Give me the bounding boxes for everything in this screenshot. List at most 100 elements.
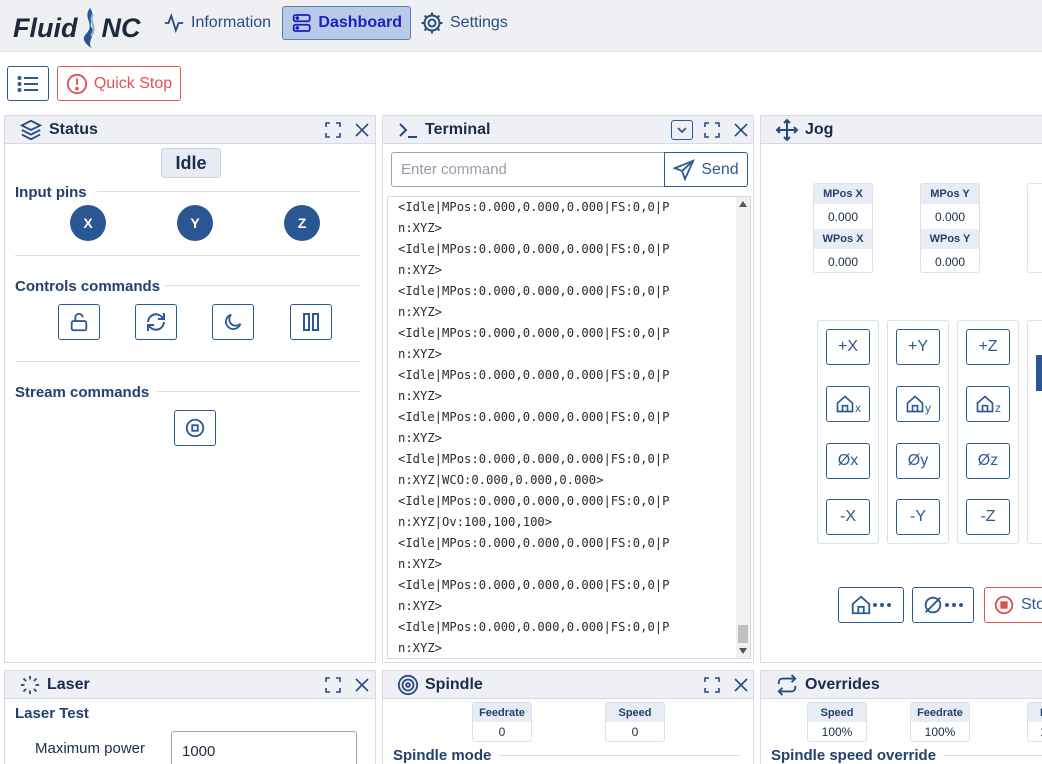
- laser-panel-header: Laser: [5, 671, 375, 699]
- close-icon[interactable]: [733, 122, 749, 138]
- spindle-speed-label: Speed: [606, 703, 664, 722]
- stop-circle-icon: [185, 418, 205, 438]
- fullscreen-icon[interactable]: [704, 122, 720, 138]
- controls-commands-heading: Controls commands: [15, 278, 161, 295]
- unlock-button[interactable]: [58, 304, 100, 340]
- nav-settings[interactable]: Settings: [420, 6, 508, 40]
- repeat-icon: [777, 673, 797, 696]
- home-z-sub: z: [995, 401, 1001, 415]
- top-navbar: Fluid NC Information Dashboard Settings: [0, 0, 1042, 52]
- spindle-override-heading: Spindle speed override: [771, 747, 937, 764]
- terminal-line: <Idle|MPos:0.000,0.000,0.000|FS:0,0|P: [398, 410, 670, 424]
- spindle-speed-value: 0: [631, 725, 639, 739]
- overrides-panel-title: Overrides: [805, 675, 880, 693]
- home-icon: [836, 395, 854, 413]
- jog-plus-x-button[interactable]: +X: [826, 329, 870, 365]
- mpos-y-value: 0.000: [934, 209, 966, 224]
- flame-logo-icon: [84, 8, 96, 48]
- logo-text-left: Fluid: [13, 12, 78, 43]
- fullscreen-icon[interactable]: [704, 677, 720, 693]
- terminal-panel-title: Terminal: [425, 120, 491, 138]
- jog-stop-label: Sto: [1021, 596, 1042, 613]
- terminal-line: n:XYZ>: [398, 221, 443, 235]
- pause-icon: [303, 313, 319, 331]
- activity-icon: [164, 12, 184, 34]
- sleep-button[interactable]: [212, 304, 254, 340]
- jog-minus-x-button[interactable]: -X: [826, 499, 870, 535]
- jog-panel-header: Jog: [761, 116, 1042, 144]
- panels-menu-button[interactable]: [7, 66, 49, 101]
- override-third-value: 1: [1028, 722, 1042, 742]
- pin-y-indicator: Y: [177, 205, 213, 241]
- terminal-line: n:XYZ|Ov:100,100,100>: [398, 515, 553, 529]
- terminal-line: <Idle|MPos:0.000,0.000,0.000|FS:0,0|P: [398, 452, 670, 466]
- terminal-line: <Idle|MPos:0.000,0.000,0.000|FS:0,0|P: [398, 284, 670, 298]
- unlock-icon: [70, 312, 88, 332]
- quick-stop-button[interactable]: Quick Stop: [57, 66, 181, 101]
- spindle-feedrate-cell: Feedrate 0: [472, 702, 532, 742]
- nav-dashboard[interactable]: Dashboard: [282, 6, 411, 40]
- command-input[interactable]: Enter command: [391, 152, 665, 187]
- override-feedrate-label: Feedrate: [911, 703, 969, 722]
- nav-settings-label: Settings: [450, 14, 508, 31]
- jog-stop-button[interactable]: Sto: [984, 587, 1042, 623]
- wpos-x-value: 0.000: [827, 254, 859, 269]
- fullscreen-icon[interactable]: [325, 677, 341, 693]
- spindle-speed-cell: Speed 0: [605, 702, 665, 742]
- mpos-x-value: 0.000: [827, 209, 859, 224]
- home-icon: [851, 595, 871, 615]
- zero-all-button[interactable]: [912, 587, 974, 623]
- jog-panel-title: Jog: [805, 120, 834, 138]
- terminal-line: n:XYZ>: [398, 347, 443, 361]
- jog-distance-selected[interactable]: [1036, 355, 1042, 391]
- zero-slash-icon: [924, 596, 942, 614]
- loader-icon: [20, 675, 40, 694]
- close-icon[interactable]: [354, 122, 370, 138]
- home-all-button[interactable]: [838, 587, 904, 623]
- divider: [943, 755, 1042, 756]
- nav-information[interactable]: Information: [163, 6, 271, 40]
- close-icon[interactable]: [733, 677, 749, 693]
- terminal-line: <Idle|MPos:0.000,0.000,0.000|FS:0,0|P: [398, 242, 670, 256]
- fullscreen-icon[interactable]: [325, 122, 341, 138]
- pause-button[interactable]: [290, 304, 332, 340]
- terminal-line: <Idle|MPos:0.000,0.000,0.000|FS:0,0|P: [398, 494, 670, 508]
- jog-column-z: +Z z Øz -Z: [957, 320, 1019, 544]
- overrides-panel: Overrides Speed 100% Feedrate 100% R 1 S…: [760, 670, 1042, 764]
- reset-button[interactable]: [135, 304, 177, 340]
- terminal-scrollbar[interactable]: [736, 197, 750, 658]
- terminal-output[interactable]: <Idle|MPos:0.000,0.000,0.000|FS:0,0|P n:X…: [387, 196, 751, 659]
- jog-minus-y-button[interactable]: -Y: [896, 499, 940, 535]
- terminal-line: n:XYZ>: [398, 305, 443, 319]
- scrollbar-thumb[interactable]: [738, 625, 748, 643]
- pin-x-indicator: X: [70, 205, 106, 241]
- terminal-icon: [399, 122, 417, 138]
- divider: [15, 361, 360, 362]
- send-button[interactable]: Send: [664, 152, 748, 187]
- scroll-down-icon[interactable]: [739, 648, 747, 654]
- override-third-label: R: [1028, 703, 1042, 722]
- spindle-panel-title: Spindle: [425, 675, 483, 693]
- send-label: Send: [701, 160, 739, 178]
- home-y-button[interactable]: y: [896, 386, 940, 422]
- spindle-mode-heading: Spindle mode: [393, 747, 492, 764]
- spindle-feedrate-value: 0: [498, 725, 506, 739]
- chevron-down-icon: [677, 127, 687, 134]
- collapse-button[interactable]: [671, 120, 693, 140]
- home-x-button[interactable]: x: [826, 386, 870, 422]
- zero-z-button[interactable]: Øz: [966, 443, 1010, 479]
- zero-x-button[interactable]: Øx: [826, 443, 870, 479]
- fluidnc-logo[interactable]: Fluid NC: [13, 6, 140, 50]
- scroll-up-icon[interactable]: [739, 201, 747, 207]
- close-icon[interactable]: [354, 677, 370, 693]
- stream-stop-button[interactable]: [174, 410, 216, 446]
- laser-panel: Laser Laser Test Maximum power 1000: [4, 670, 376, 764]
- jog-plus-z-button[interactable]: +Z: [966, 329, 1010, 365]
- jog-plus-y-button[interactable]: +Y: [896, 329, 940, 365]
- home-z-button[interactable]: z: [966, 386, 1010, 422]
- max-power-input[interactable]: 1000: [171, 731, 357, 764]
- layers-icon: [19, 119, 43, 140]
- pin-z-indicator: Z: [284, 205, 320, 241]
- zero-y-button[interactable]: Øy: [896, 443, 940, 479]
- jog-minus-z-button[interactable]: -Z: [966, 499, 1010, 535]
